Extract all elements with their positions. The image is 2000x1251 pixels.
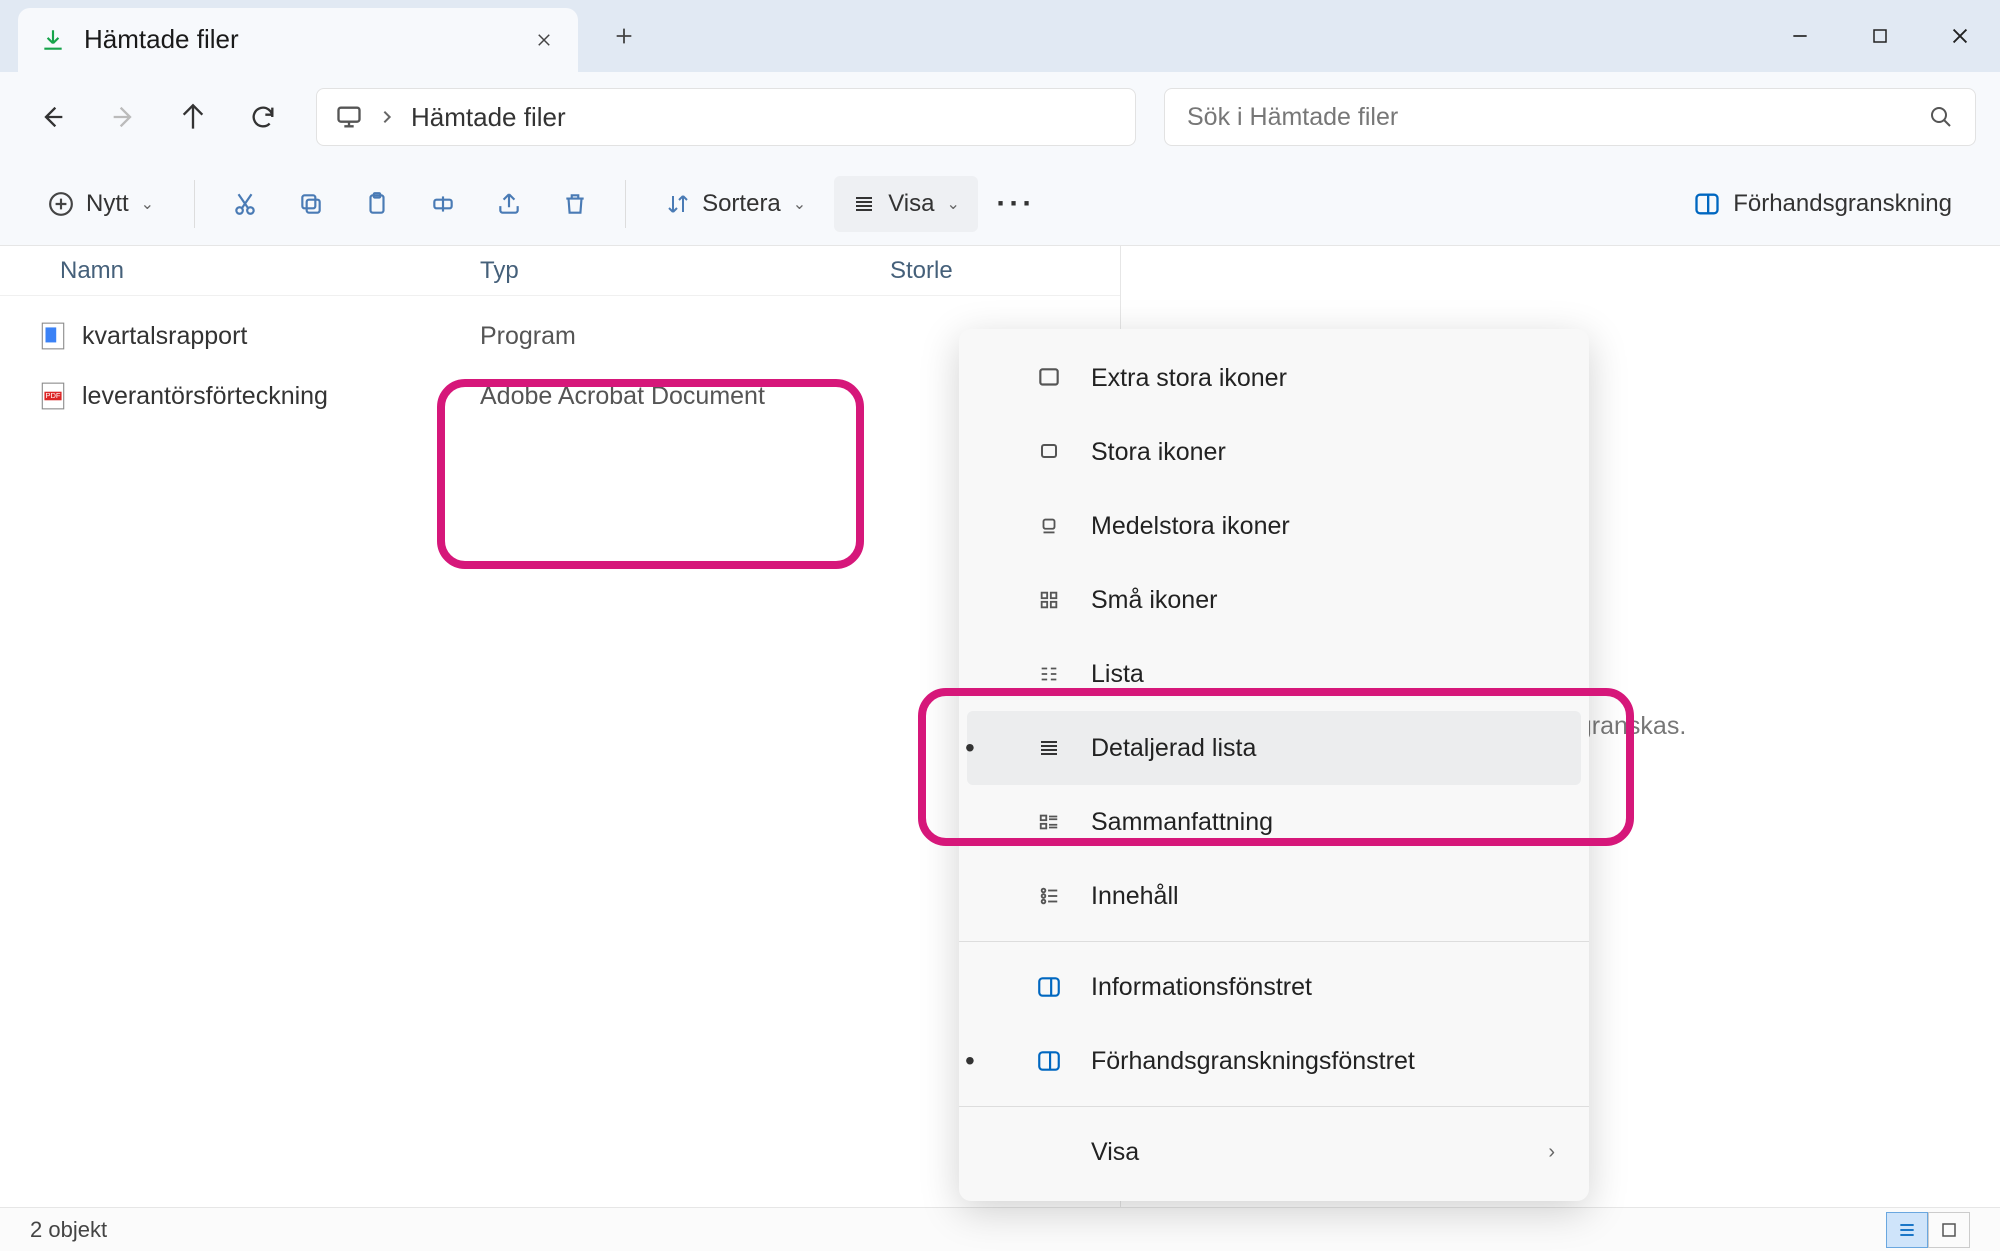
- menu-item-label: Innehåll: [1091, 882, 1179, 911]
- chevron-right-icon: ›: [1548, 1141, 1555, 1164]
- column-headers[interactable]: Namn Typ Storle: [0, 246, 1120, 296]
- menu-item-label: Stora ikoner: [1091, 438, 1226, 467]
- menu-item-list[interactable]: Lista: [967, 637, 1581, 711]
- menu-item-label: Sammanfattning: [1091, 808, 1273, 837]
- tab-title: Hämtade filer: [84, 24, 514, 55]
- menu-item-details[interactable]: Detaljerad lista: [967, 711, 1581, 785]
- more-button[interactable]: ···: [988, 176, 1044, 232]
- view-button-label: Visa: [888, 190, 934, 218]
- details-view-toggle[interactable]: [1886, 1212, 1928, 1248]
- file-row[interactable]: PDF leverantörsförteckning Adobe Acrobat…: [0, 366, 1120, 426]
- forward-button[interactable]: [94, 88, 152, 146]
- window-close-button[interactable]: [1920, 0, 2000, 72]
- active-tab[interactable]: Hämtade filer: [18, 8, 578, 72]
- window-controls: [1760, 0, 2000, 72]
- copy-button[interactable]: [283, 176, 339, 232]
- maximize-button[interactable]: [1840, 0, 1920, 72]
- file-type: Adobe Acrobat Document: [460, 382, 870, 411]
- file-rows: kvartalsrapport Program PDF leverantörsf…: [0, 296, 1120, 426]
- menu-item-extra-large-icons[interactable]: Extra stora ikoner: [967, 341, 1581, 415]
- minimize-button[interactable]: [1760, 0, 1840, 72]
- medium-icons-icon: [1033, 515, 1065, 537]
- chevron-down-icon: ⌄: [793, 194, 806, 214]
- thumbnails-view-toggle[interactable]: [1928, 1212, 1970, 1248]
- preview-toggle-label: Förhandsgranskning: [1733, 190, 1952, 218]
- extra-large-icons-icon: [1033, 365, 1065, 391]
- menu-item-label: Extra stora ikoner: [1091, 364, 1287, 393]
- column-name[interactable]: Namn: [0, 257, 460, 285]
- menu-item-label: Förhandsgranskningsfönstret: [1091, 1047, 1415, 1076]
- large-icons-icon: [1033, 440, 1065, 464]
- menu-item-label: Visa: [1091, 1138, 1139, 1167]
- column-size[interactable]: Storle: [870, 257, 1070, 285]
- delete-button[interactable]: [547, 176, 603, 232]
- new-button-label: Nytt: [86, 190, 129, 218]
- details-pane-icon: [1033, 974, 1065, 1000]
- paste-button[interactable]: [349, 176, 405, 232]
- cut-button[interactable]: [217, 176, 273, 232]
- sort-button[interactable]: Sortera ⌄: [648, 176, 824, 232]
- menu-item-content[interactable]: Innehåll: [967, 859, 1581, 933]
- chevron-down-icon: ⌄: [141, 194, 154, 214]
- download-icon: [40, 27, 66, 53]
- chevron-down-icon: ⌄: [946, 194, 959, 214]
- rename-button[interactable]: [415, 176, 471, 232]
- search-input[interactable]: [1187, 103, 1913, 132]
- menu-item-tiles[interactable]: Sammanfattning: [967, 785, 1581, 859]
- sort-button-label: Sortera: [702, 190, 781, 218]
- content-icon: [1033, 885, 1065, 907]
- new-tab-button[interactable]: [600, 12, 648, 60]
- file-type: Program: [460, 322, 870, 351]
- svg-text:PDF: PDF: [46, 391, 61, 400]
- small-icons-icon: [1033, 589, 1065, 611]
- nav-bar: Hämtade filer: [0, 72, 2000, 162]
- command-bar: Nytt ⌄ Sortera ⌄ Visa ⌄ ··· Förhandsgran…: [0, 162, 2000, 246]
- chevron-right-icon: [379, 109, 395, 125]
- menu-item-large-icons[interactable]: Stora ikoner: [967, 415, 1581, 489]
- preview-pane-icon: [1033, 1048, 1065, 1074]
- separator: [625, 180, 626, 228]
- address-bar[interactable]: Hämtade filer: [316, 88, 1136, 146]
- status-text: 2 objekt: [30, 1217, 107, 1243]
- pdf-file-icon: PDF: [40, 381, 66, 411]
- preview-toggle-button[interactable]: Förhandsgranskning: [1675, 176, 1970, 232]
- file-list-area: Namn Typ Storle kvartalsrapport Program …: [0, 246, 1120, 1207]
- menu-item-preview-pane[interactable]: Förhandsgranskningsfönstret: [967, 1024, 1581, 1098]
- up-button[interactable]: [164, 88, 222, 146]
- menu-item-label: Medelstora ikoner: [1091, 512, 1290, 541]
- search-bar[interactable]: [1164, 88, 1976, 146]
- column-type[interactable]: Typ: [460, 257, 870, 285]
- menu-item-medium-icons[interactable]: Medelstora ikoner: [967, 489, 1581, 563]
- back-button[interactable]: [24, 88, 82, 146]
- tiles-icon: [1033, 811, 1065, 833]
- menu-item-label: Lista: [1091, 660, 1144, 689]
- status-bar: 2 objekt: [0, 1207, 2000, 1251]
- new-button[interactable]: Nytt ⌄: [30, 176, 172, 232]
- menu-item-details-pane[interactable]: Informationsfönstret: [967, 950, 1581, 1024]
- view-button[interactable]: Visa ⌄: [834, 176, 978, 232]
- view-menu: Extra stora ikoner Stora ikoner Medelsto…: [959, 329, 1589, 1201]
- separator: [194, 180, 195, 228]
- details-icon: [1033, 736, 1065, 760]
- menu-item-label: Informationsfönstret: [1091, 973, 1312, 1002]
- monitor-icon: [335, 103, 363, 131]
- menu-item-small-icons[interactable]: Små ikoner: [967, 563, 1581, 637]
- list-icon: [1033, 663, 1065, 685]
- file-name: leverantörsförteckning: [82, 382, 328, 411]
- breadcrumb[interactable]: Hämtade filer: [411, 102, 566, 133]
- search-icon[interactable]: [1929, 105, 1953, 129]
- file-row[interactable]: kvartalsrapport Program: [0, 306, 1120, 366]
- menu-separator: [959, 1106, 1589, 1107]
- refresh-button[interactable]: [234, 88, 292, 146]
- title-bar: Hämtade filer: [0, 0, 2000, 72]
- menu-item-label: Detaljerad lista: [1091, 734, 1256, 763]
- menu-item-label: Små ikoner: [1091, 586, 1217, 615]
- app-file-icon: [40, 321, 66, 351]
- share-button[interactable]: [481, 176, 537, 232]
- menu-separator: [959, 941, 1589, 942]
- menu-item-show-submenu[interactable]: Visa ›: [967, 1115, 1581, 1189]
- close-tab-button[interactable]: [532, 28, 556, 52]
- file-name: kvartalsrapport: [82, 322, 247, 351]
